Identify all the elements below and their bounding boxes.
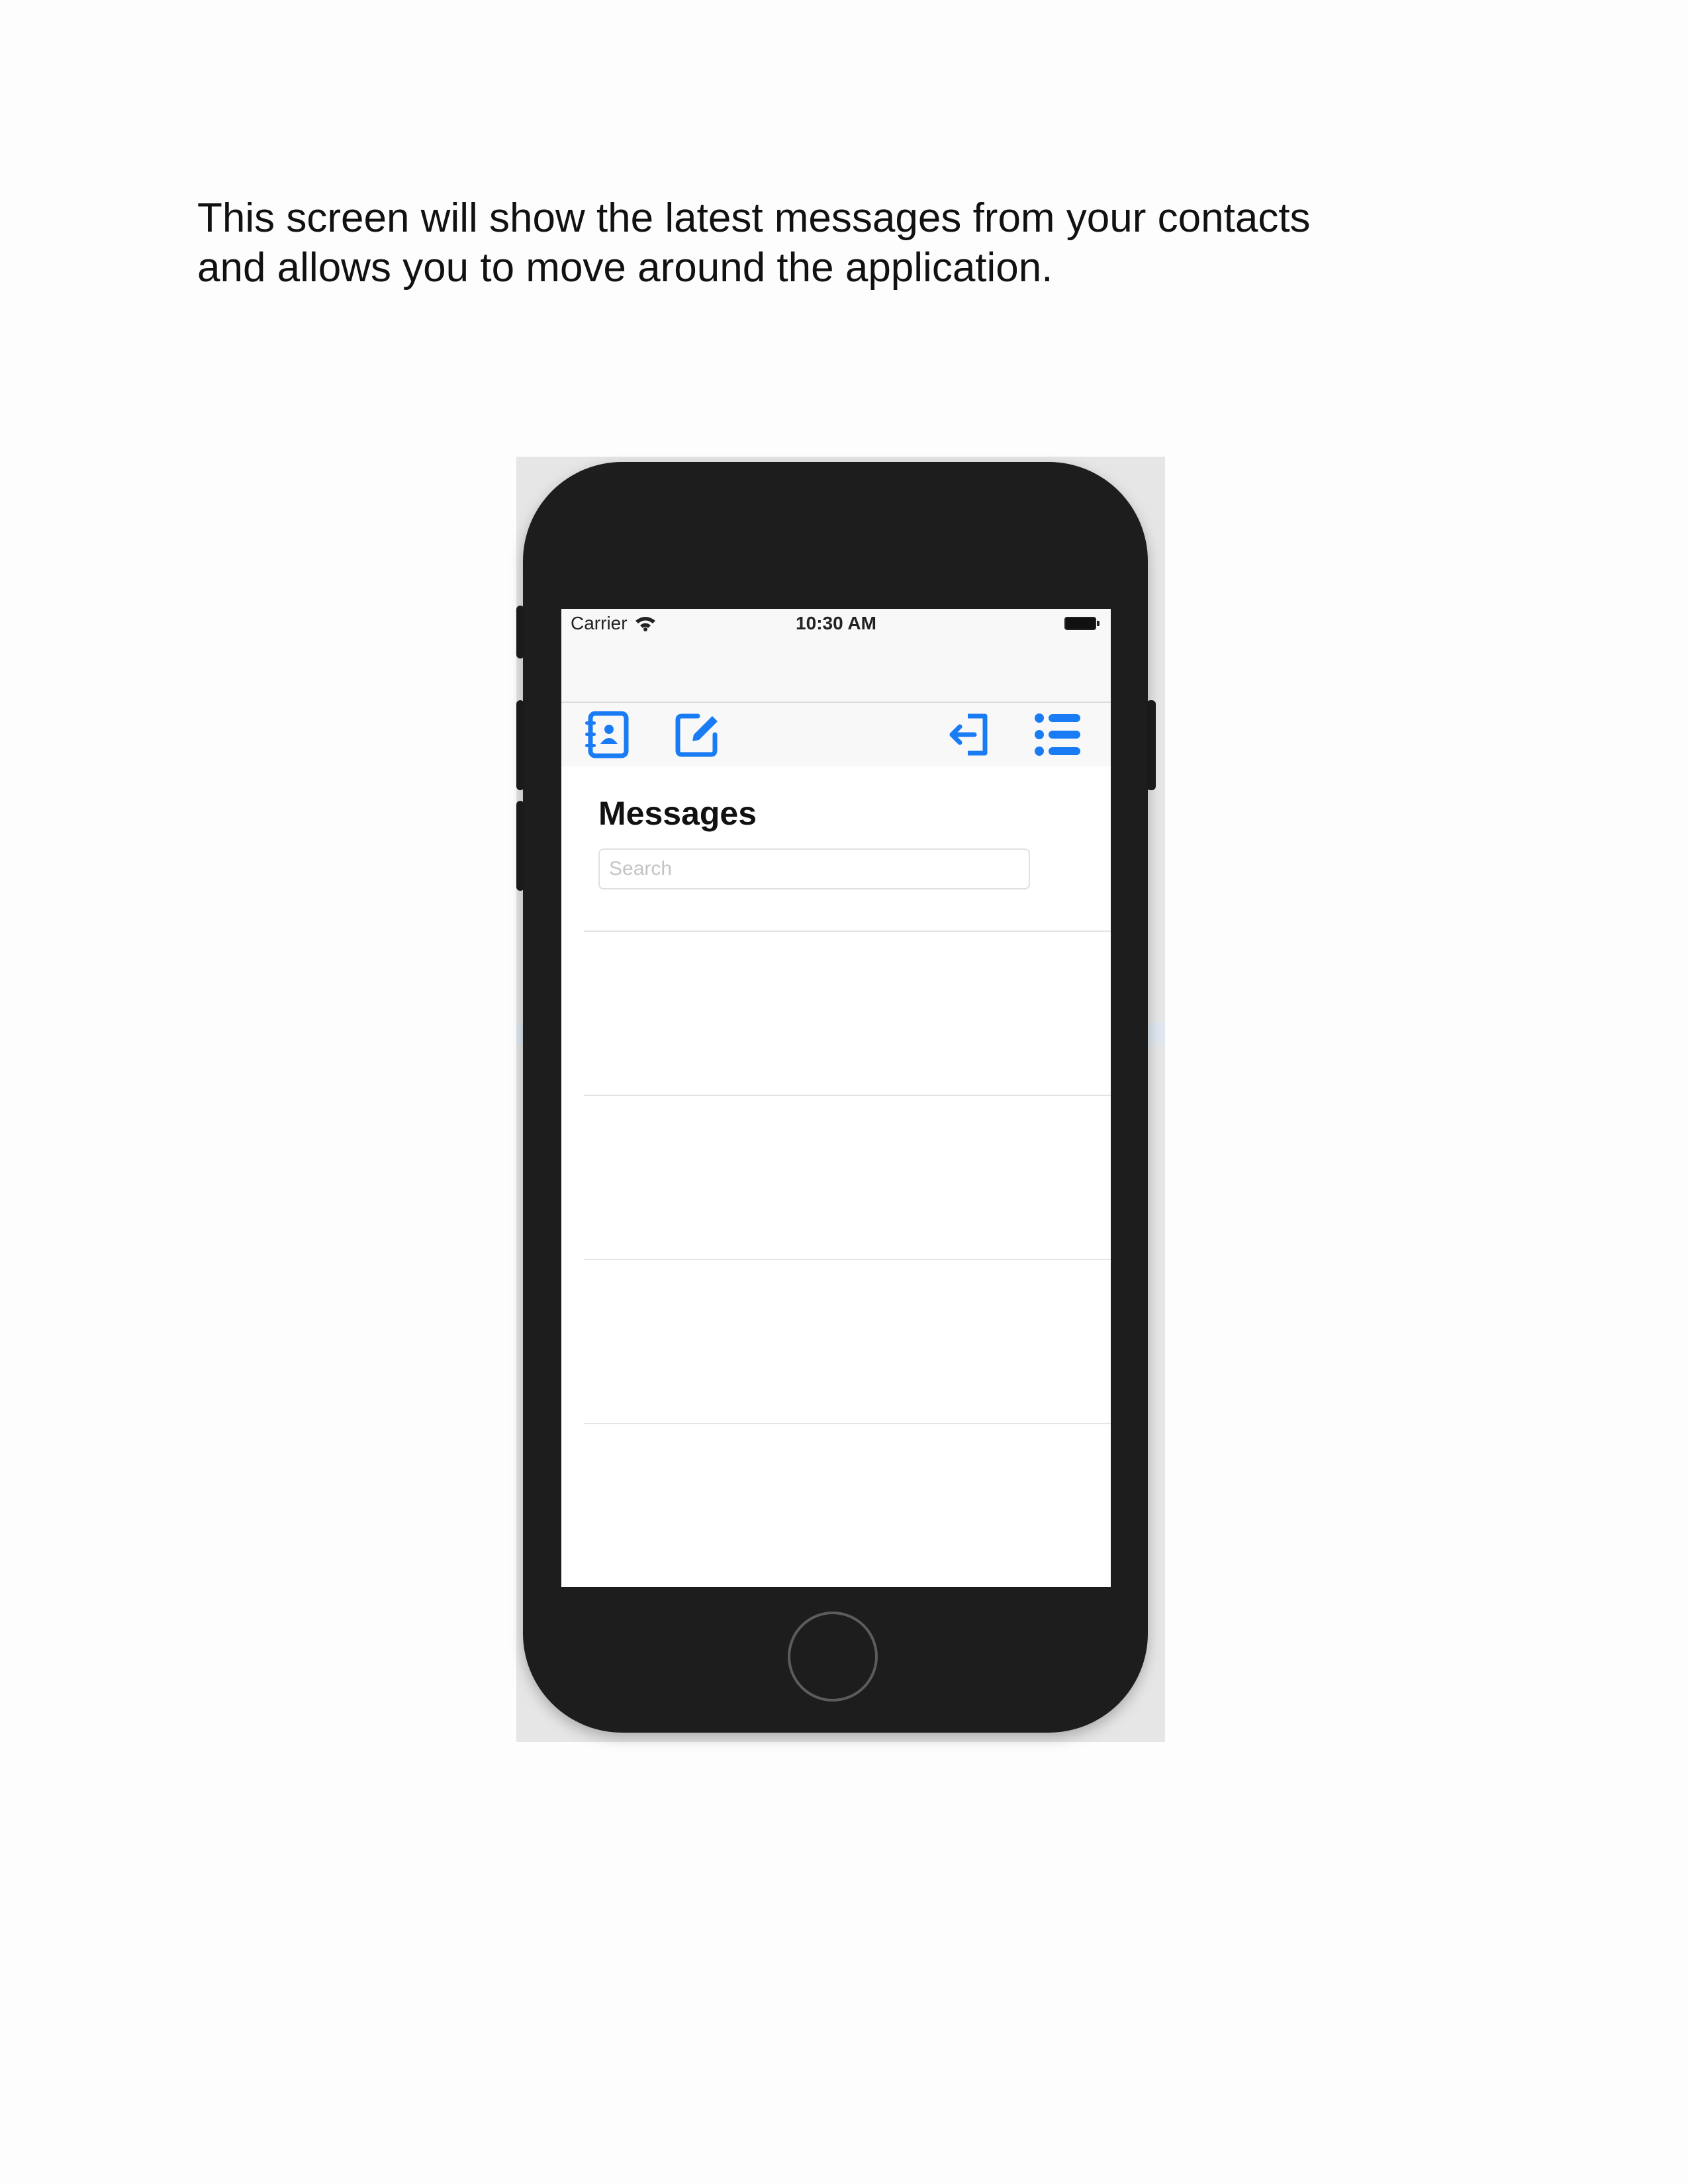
volume-down-button: [516, 801, 524, 891]
intro-line-1: This screen will show the latest message…: [197, 195, 1311, 241]
navigation-toolbar: [561, 703, 1111, 766]
menu-button[interactable]: [1033, 711, 1083, 761]
home-button[interactable]: [788, 1612, 878, 1702]
message-row[interactable]: [584, 1423, 1111, 1587]
logout-icon: [944, 709, 994, 763]
search-input[interactable]: [598, 848, 1030, 889]
mute-switch: [516, 606, 524, 659]
contacts-button[interactable]: [581, 711, 632, 761]
status-time: 10:30 AM: [796, 613, 876, 633]
logout-button[interactable]: [944, 711, 994, 761]
phone-screen: Carrier 10:30 AM Messages Search: [561, 609, 1111, 1587]
message-row[interactable]: [584, 931, 1111, 1096]
page-title: Messages: [598, 795, 757, 832]
intro-line-2: and allows you to move around the applic…: [197, 245, 1053, 291]
message-row[interactable]: [584, 1259, 1111, 1424]
power-button: [1147, 700, 1156, 790]
compose-button[interactable]: [673, 711, 723, 761]
status-bar: Carrier 10:30 AM: [561, 609, 1111, 703]
intro-text: This screen will show the latest message…: [197, 193, 1521, 293]
contacts-book-icon: [581, 709, 632, 763]
message-row[interactable]: [584, 1095, 1111, 1260]
compose-icon: [673, 709, 723, 763]
battery-icon: [1064, 617, 1100, 630]
volume-up-button: [516, 700, 524, 790]
list-menu-icon: [1033, 709, 1083, 763]
